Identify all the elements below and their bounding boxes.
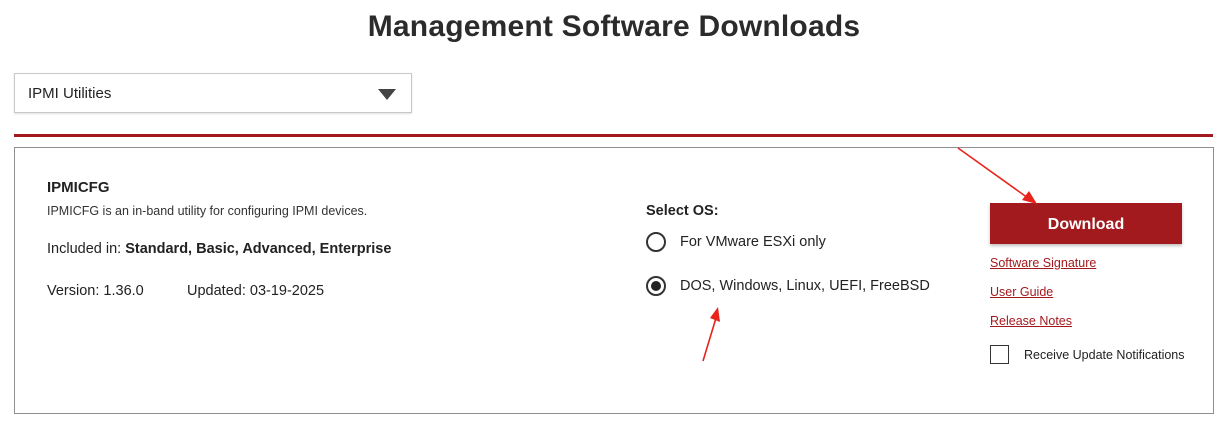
product-description: IPMICFG is an in-band utility for config… bbox=[47, 204, 368, 218]
product-updated: Updated: 03-19-2025 bbox=[187, 283, 325, 299]
software-signature-link[interactable]: Software Signature bbox=[990, 256, 1096, 270]
os-radio-vmware[interactable] bbox=[646, 232, 666, 252]
user-guide-link[interactable]: User Guide bbox=[990, 285, 1053, 299]
category-select-value: IPMI Utilities bbox=[28, 85, 112, 102]
chevron-down-icon bbox=[378, 89, 396, 100]
included-editions: Included in: Standard, Basic, Advanced, … bbox=[47, 241, 391, 257]
category-select[interactable]: IPMI Utilities bbox=[14, 73, 412, 113]
update-notifications-label: Receive Update Notifications bbox=[1024, 348, 1185, 362]
select-os-heading: Select OS: bbox=[646, 203, 719, 219]
product-card: IPMICFG IPMICFG is an in-band utility fo… bbox=[14, 147, 1214, 414]
section-divider bbox=[14, 134, 1213, 137]
release-notes-link[interactable]: Release Notes bbox=[990, 314, 1072, 328]
product-version: Version: 1.36.0 bbox=[47, 283, 144, 299]
page-title: Management Software Downloads bbox=[367, 10, 861, 43]
download-button[interactable]: Download bbox=[990, 203, 1182, 244]
included-label: Included in: bbox=[47, 241, 126, 257]
product-name: IPMICFG bbox=[47, 179, 110, 196]
update-notifications-checkbox[interactable] bbox=[990, 345, 1009, 364]
os-radio-general[interactable] bbox=[646, 276, 666, 296]
included-value: Standard, Basic, Advanced, Enterprise bbox=[125, 241, 392, 257]
os-option-label: For VMware ESXi only bbox=[680, 234, 826, 250]
os-option-label: DOS, Windows, Linux, UEFI, FreeBSD bbox=[680, 278, 930, 294]
